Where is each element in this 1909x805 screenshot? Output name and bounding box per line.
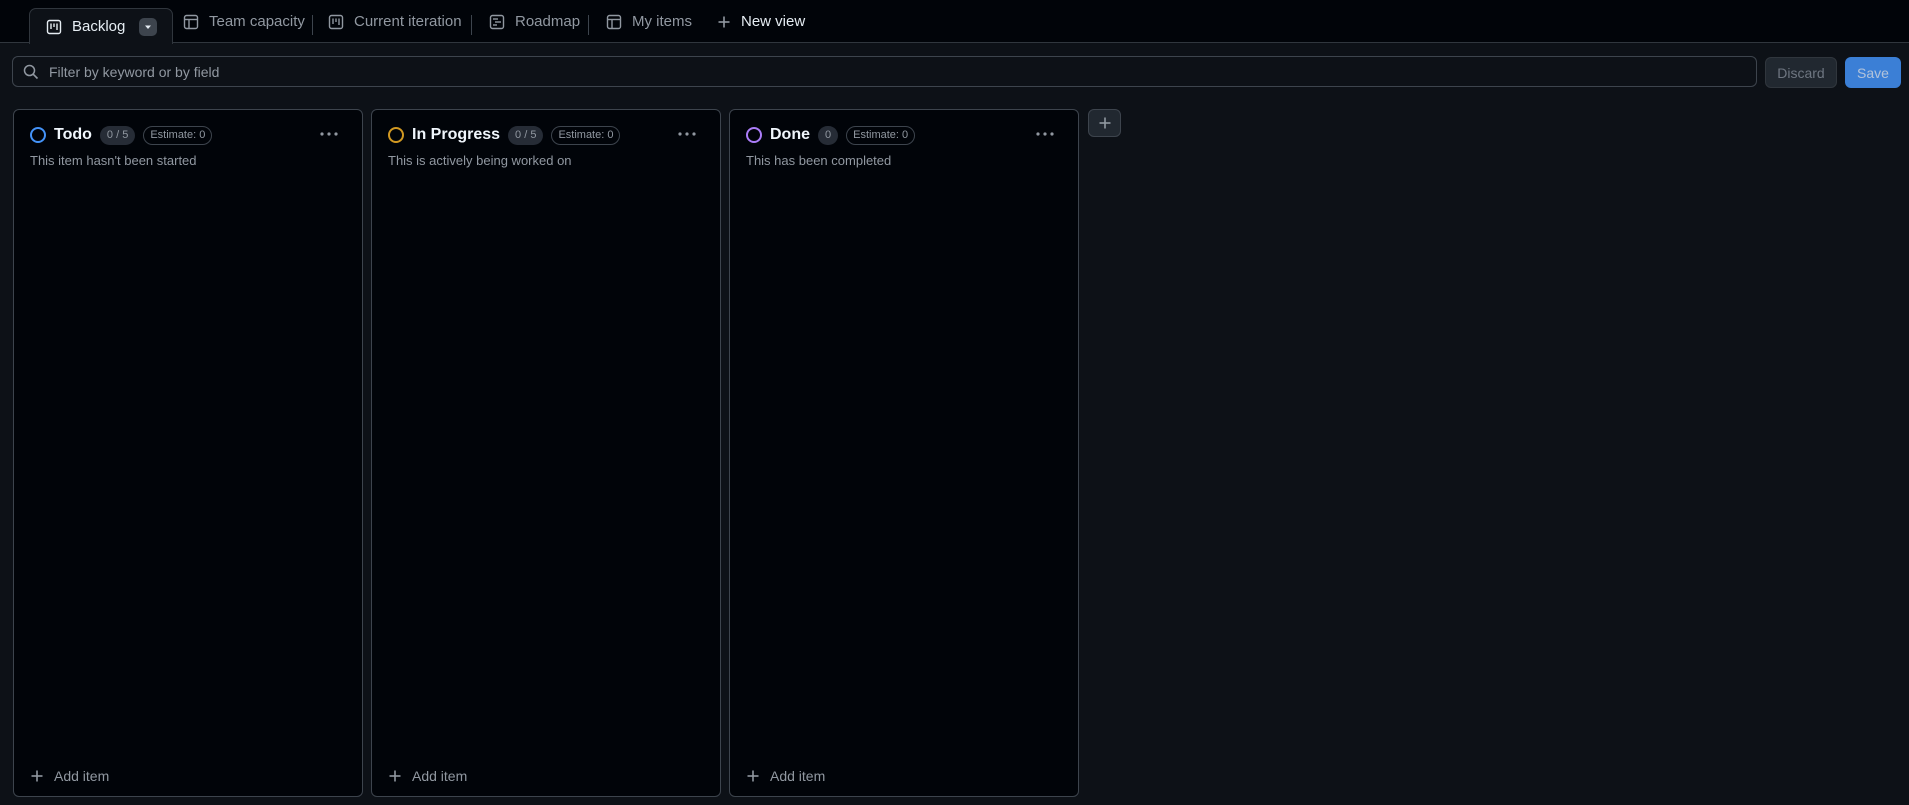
triangle-down-icon xyxy=(145,25,152,29)
table-icon xyxy=(183,14,199,30)
tab-roadmap-label: Roadmap xyxy=(515,13,581,30)
board-column-done: Done 0 Estimate: 0 This has been complet… xyxy=(729,109,1079,797)
plus-icon xyxy=(717,15,731,29)
column-menu-button[interactable] xyxy=(320,124,338,142)
view-tabbar: Backlog Team capacity Current iteration … xyxy=(0,0,1909,44)
column-description: This has been completed xyxy=(746,153,892,168)
kebab-horizontal-icon xyxy=(320,132,338,136)
tab-current-iteration[interactable]: Current iteration xyxy=(328,0,462,43)
add-item-label: Add item xyxy=(770,768,826,784)
tab-my-items-label: My items xyxy=(632,13,692,30)
discard-button[interactable]: Discard xyxy=(1765,57,1837,88)
tab-current-iteration-label: Current iteration xyxy=(354,13,462,30)
roadmap-icon xyxy=(489,14,505,30)
estimate-badge: Estimate: 0 xyxy=(846,125,916,145)
kebab-horizontal-icon xyxy=(678,132,696,136)
tab-my-items[interactable]: My items xyxy=(606,0,692,43)
add-column-button[interactable] xyxy=(1088,109,1121,137)
estimate-badge: Estimate: 0 xyxy=(551,125,621,145)
tab-team-capacity[interactable]: Team capacity xyxy=(183,0,305,43)
tab-team-capacity-label: Team capacity xyxy=(209,13,305,30)
status-circle-icon xyxy=(388,127,404,143)
column-title: Done xyxy=(770,126,810,143)
add-item-button[interactable]: Add item xyxy=(746,768,825,784)
plus-icon xyxy=(747,770,759,782)
filter-input[interactable]: Filter by keyword or by field xyxy=(12,56,1757,87)
column-description: This item hasn't been started xyxy=(30,153,197,168)
item-count-badge: 0 xyxy=(818,125,839,145)
kebab-horizontal-icon xyxy=(1036,132,1054,136)
column-menu-button[interactable] xyxy=(1036,124,1054,142)
tab-divider xyxy=(471,15,472,35)
search-icon xyxy=(23,64,39,80)
tab-backlog-label: Backlog xyxy=(72,18,126,35)
board-column-in-progress: In Progress 0 / 5 Estimate: 0 This is ac… xyxy=(371,109,721,797)
item-count-badge: 0 / 5 xyxy=(99,125,136,145)
estimate-badge: Estimate: 0 xyxy=(143,125,213,145)
add-item-button[interactable]: Add item xyxy=(30,768,109,784)
add-item-button[interactable]: Add item xyxy=(388,768,467,784)
tab-backlog[interactable]: Backlog xyxy=(29,8,174,44)
add-item-label: Add item xyxy=(412,768,468,784)
plus-icon xyxy=(389,770,401,782)
save-button[interactable]: Save xyxy=(1845,57,1901,88)
tab-divider xyxy=(588,15,589,35)
board-column-todo: Todo 0 / 5 Estimate: 0 This item hasn't … xyxy=(13,109,363,797)
board-icon xyxy=(328,14,344,30)
column-title: Todo xyxy=(54,126,92,143)
filter-placeholder: Filter by keyword or by field xyxy=(49,63,220,80)
column-description: This is actively being worked on xyxy=(388,153,572,168)
tab-divider xyxy=(312,15,313,35)
column-menu-button[interactable] xyxy=(678,124,696,142)
column-title: In Progress xyxy=(412,126,501,143)
add-item-label: Add item xyxy=(54,768,110,784)
item-count-badge: 0 / 5 xyxy=(508,125,544,145)
table-icon xyxy=(606,14,622,30)
board-icon xyxy=(46,19,62,35)
new-view-button[interactable]: New view xyxy=(717,0,805,43)
plus-icon xyxy=(31,770,43,782)
status-circle-icon xyxy=(746,127,762,143)
tab-roadmap[interactable]: Roadmap xyxy=(489,0,580,43)
plus-icon xyxy=(1099,117,1110,129)
view-options-dropdown[interactable] xyxy=(139,17,158,36)
status-circle-icon xyxy=(30,127,46,143)
new-view-label: New view xyxy=(741,13,806,30)
